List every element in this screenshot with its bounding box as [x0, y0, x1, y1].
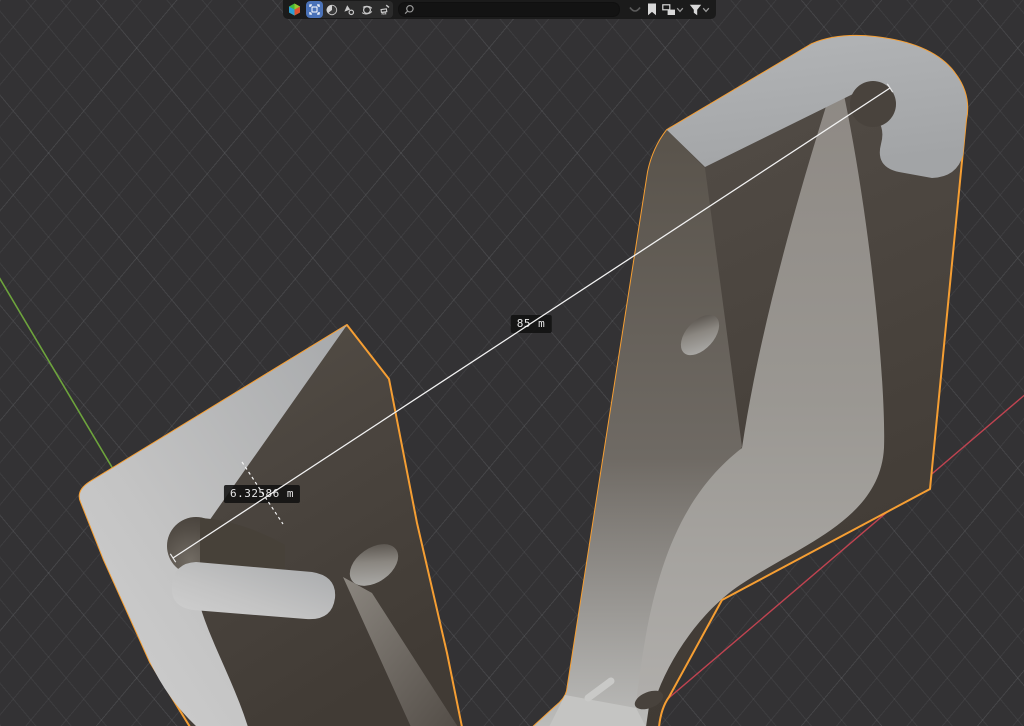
- box-select-icon: [309, 4, 320, 15]
- snap-element-button[interactable]: [341, 1, 358, 18]
- chevron-down-icon: [628, 6, 642, 14]
- layout-list-icon: [662, 4, 676, 16]
- header-right-group: [626, 1, 712, 18]
- measurement-label-long: 85 m: [511, 315, 552, 333]
- chevron-down-icon: [676, 7, 684, 13]
- collapse-menu-button[interactable]: [626, 1, 644, 18]
- cone-dot-icon: [343, 4, 355, 16]
- cleanup-button[interactable]: [376, 1, 393, 18]
- display-layout-button[interactable]: [660, 1, 686, 18]
- box-select-button[interactable]: [306, 1, 323, 18]
- bookmark-icon: [647, 3, 657, 16]
- object-left-bracket[interactable]: [80, 325, 462, 726]
- search-icon: [404, 4, 414, 15]
- globe-orbit-icon: [361, 4, 373, 16]
- bookmark-button[interactable]: [645, 1, 659, 18]
- chevron-down-icon: [702, 7, 710, 13]
- select-tool-group: [306, 1, 393, 18]
- broom-icon: [378, 4, 391, 16]
- app-logo-icon[interactable]: [287, 2, 302, 17]
- right-bracket-front-face: [533, 130, 742, 726]
- scene-objects: [0, 0, 1024, 726]
- pie-sphere-icon: [326, 4, 338, 16]
- right-bracket-slot-end: [850, 81, 896, 127]
- object-right-bracket[interactable]: [533, 36, 967, 726]
- viewport-3d[interactable]: 85 m 6.32586 m: [0, 0, 1024, 726]
- shading-sphere-button[interactable]: [323, 1, 340, 18]
- search-field[interactable]: [398, 2, 620, 17]
- filter-funnel-icon: [689, 4, 702, 16]
- search-input[interactable]: [417, 4, 614, 15]
- filter-button[interactable]: [687, 1, 712, 18]
- measurement-label-short: 6.32586 m: [224, 485, 300, 503]
- viewport-header: [283, 0, 716, 19]
- world-orbit-button[interactable]: [358, 1, 375, 18]
